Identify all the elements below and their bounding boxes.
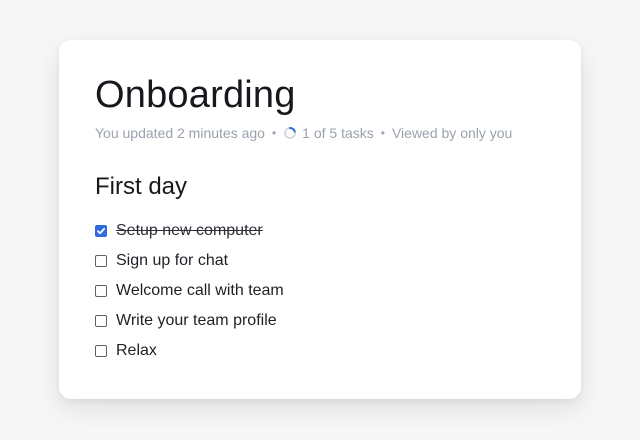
meta-separator: •: [271, 126, 277, 140]
task-label: Setup new computer: [116, 222, 263, 239]
task-item[interactable]: Welcome call with team: [95, 276, 284, 306]
task-item[interactable]: Write your team profile: [95, 306, 284, 336]
checkmark-icon: [97, 227, 106, 235]
task-item[interactable]: Sign up for chat: [95, 246, 284, 276]
task-checkbox[interactable]: [95, 345, 107, 357]
task-list: Setup new computer Sign up for chat Welc…: [95, 216, 284, 366]
last-updated-text: You updated 2 minutes ago: [95, 125, 265, 141]
visibility-text: Viewed by only you: [391, 125, 513, 141]
task-item[interactable]: Relax: [95, 336, 284, 366]
task-checkbox[interactable]: [95, 255, 107, 267]
document-meta: You updated 2 minutes ago • 1 of 5 tasks…: [95, 124, 512, 142]
task-checkbox[interactable]: [95, 285, 107, 297]
task-label: Sign up for chat: [116, 252, 229, 269]
task-label: Relax: [116, 342, 157, 359]
page-title: Onboarding: [95, 74, 296, 116]
task-item[interactable]: Setup new computer: [95, 216, 284, 246]
task-checkbox[interactable]: [95, 315, 107, 327]
task-checkbox[interactable]: [95, 225, 107, 237]
task-progress-text: 1 of 5 tasks: [302, 125, 374, 141]
progress-ring-icon: [283, 126, 297, 140]
meta-separator: •: [380, 126, 385, 140]
section-title: First day: [95, 173, 188, 200]
task-label: Welcome call with team: [116, 282, 284, 299]
task-label: Write your team profile: [116, 312, 277, 329]
document-card: Onboarding You updated 2 minutes ago • 1…: [59, 40, 581, 399]
